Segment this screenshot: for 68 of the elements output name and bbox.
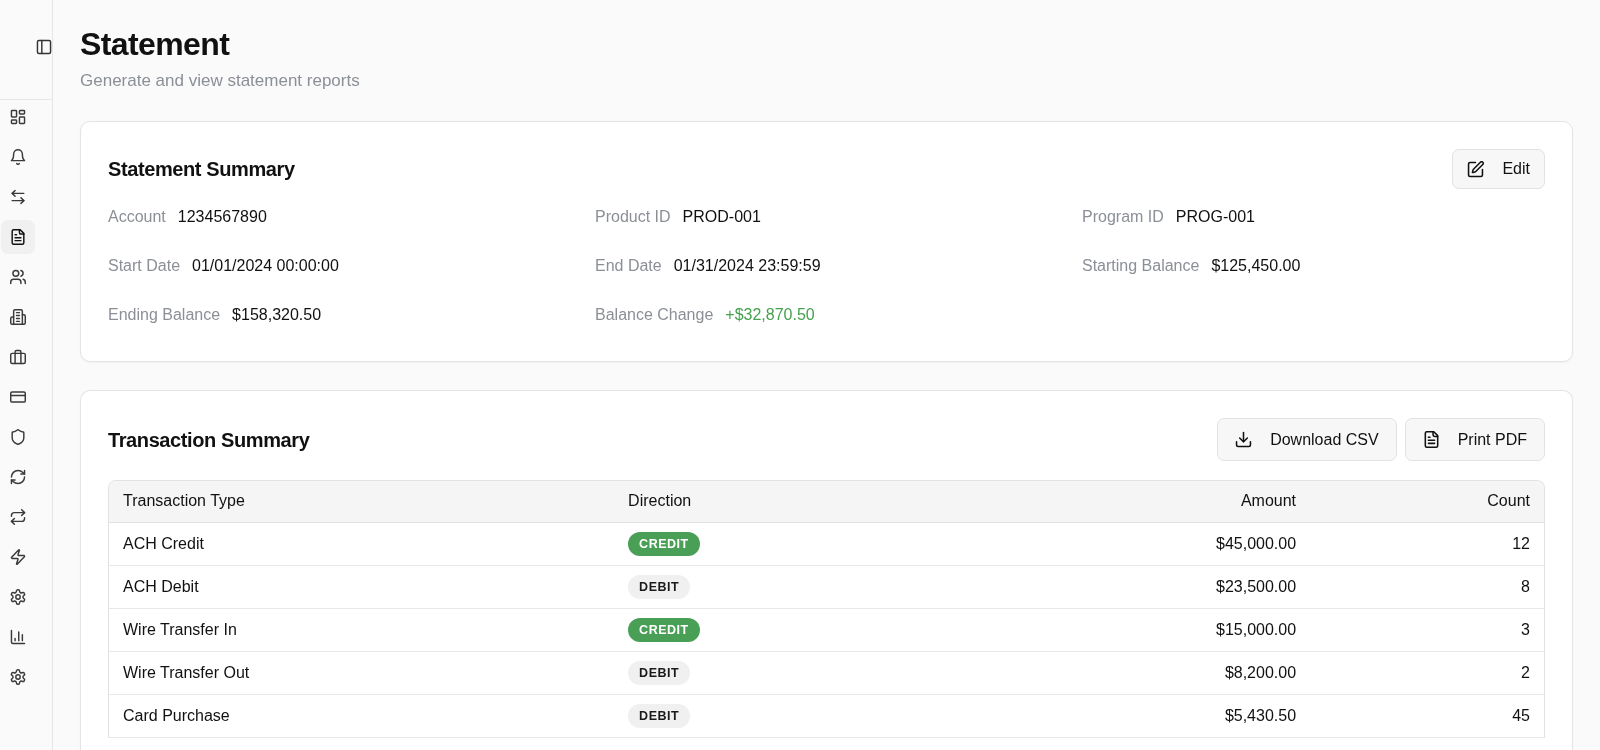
lightning-icon <box>10 549 26 565</box>
table-cell: Wire Transfer In <box>109 608 615 651</box>
direction-badge: CREDIT <box>628 618 700 642</box>
table-cell: 45 <box>1310 694 1544 737</box>
table-cell: $8,200.00 <box>964 651 1311 694</box>
direction-badge: CREDIT <box>628 532 700 556</box>
table-cell: 8 <box>1310 565 1544 608</box>
arrows-icon <box>10 189 26 205</box>
field-label: Program ID <box>1082 207 1164 227</box>
field-value: PROD-001 <box>682 207 761 227</box>
direction-badge: DEBIT <box>628 704 691 728</box>
document-icon <box>10 229 26 245</box>
settings-icon <box>10 669 26 685</box>
table-cell: $45,000.00 <box>964 522 1311 565</box>
building-icon <box>10 309 26 325</box>
field-value: +$32,870.50 <box>725 305 815 325</box>
sidebar-toggle-button[interactable] <box>36 38 52 55</box>
table-cell: 3 <box>1310 608 1544 651</box>
sidebar-panel-icon <box>36 38 52 55</box>
column-header: Amount <box>964 481 1311 522</box>
table-cell: Card Purchase <box>109 694 615 737</box>
repeat-icon <box>10 509 26 525</box>
column-header: Transaction Type <box>109 481 615 522</box>
table-cell: 2 <box>1310 651 1544 694</box>
column-header: Count <box>1310 481 1544 522</box>
dashboard-grid-icon <box>10 109 26 125</box>
download-csv-button[interactable]: Download CSV <box>1217 418 1397 461</box>
refresh-icon <box>10 469 26 485</box>
document-icon <box>1422 431 1440 448</box>
table-cell: Wire Transfer Out <box>109 651 615 694</box>
field-label: Account <box>108 207 166 227</box>
card-title: Statement Summary <box>108 157 295 182</box>
column-header: Direction <box>614 481 965 522</box>
direction-badge: DEBIT <box>628 575 691 599</box>
shield-icon <box>10 429 26 445</box>
field-value: PROG-001 <box>1175 207 1255 227</box>
page-subtitle: Generate and view statement reports <box>80 70 361 92</box>
table-cell: ACH Debit <box>109 565 615 608</box>
field-value: 1234567890 <box>177 207 267 227</box>
bar-chart-icon <box>10 629 26 645</box>
field-label: Starting Balance <box>1082 256 1200 276</box>
field-label: End Date <box>595 256 662 276</box>
direction-badge: DEBIT <box>628 661 691 685</box>
field-value: $125,450.00 <box>1211 256 1301 276</box>
credit-card-icon <box>10 389 26 405</box>
field-value: 01/01/2024 00:00:00 <box>192 256 339 276</box>
table-cell: ACH Credit <box>109 522 615 565</box>
sidebar-item[interactable] <box>1 220 35 254</box>
edit-icon <box>1467 160 1485 178</box>
field-label: Start Date <box>108 256 181 276</box>
table-cell: $5,430.50 <box>964 694 1311 737</box>
card-title: Transaction Summary <box>108 427 310 453</box>
table-cell: $15,000.00 <box>964 608 1311 651</box>
print-pdf-button[interactable]: Print PDF <box>1404 418 1545 461</box>
bell-icon <box>10 149 26 165</box>
settings-icon <box>10 589 26 605</box>
download-icon <box>1235 431 1253 448</box>
table-cell: $23,500.00 <box>964 565 1311 608</box>
people-icon <box>10 269 26 285</box>
field-value: 01/31/2024 23:59:59 <box>673 256 821 276</box>
table-cell: 12 <box>1310 522 1544 565</box>
page-title: Statement <box>80 25 231 64</box>
field-label: Ending Balance <box>108 305 221 325</box>
field-value: $158,320.50 <box>232 305 322 325</box>
field-label: Product ID <box>595 207 671 227</box>
briefcase-icon <box>10 349 26 365</box>
edit-button[interactable]: Edit <box>1452 149 1545 189</box>
field-label: Balance Change <box>595 305 714 325</box>
